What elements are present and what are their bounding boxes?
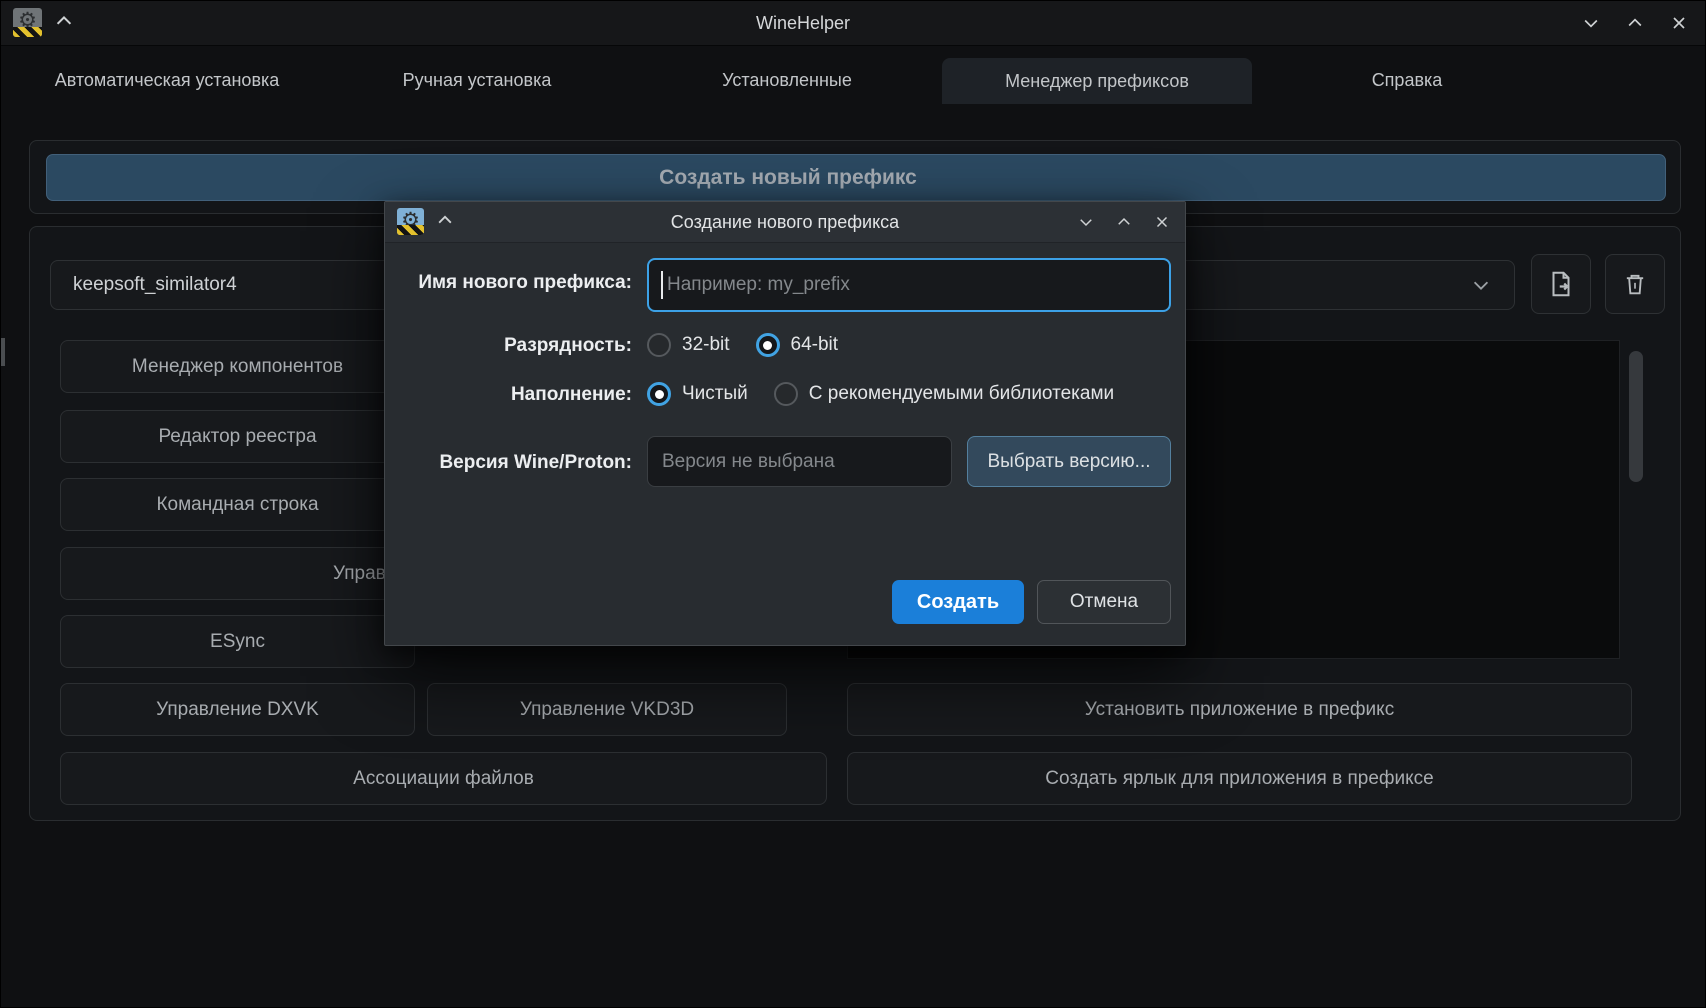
fill-label: Наполнение:: [402, 384, 632, 406]
file-associations-button[interactable]: Ассоциации файлов: [60, 752, 827, 805]
button-label: Редактор реестра: [158, 426, 316, 448]
radio-clean[interactable]: Чистый: [647, 382, 748, 406]
registry-editor-button[interactable]: Редактор реестра: [60, 410, 415, 463]
dialog-titlebar: ⚙ Создание нового префикса: [385, 202, 1185, 243]
command-line-button[interactable]: Командная строка: [60, 478, 415, 531]
radio-circle-selected-icon: [756, 333, 780, 357]
tab-label: Установленные: [722, 70, 852, 91]
minimize-chevron-down-icon[interactable]: [1077, 213, 1095, 231]
radio-label: 32-bit: [682, 334, 730, 356]
button-label: Управление VKD3D: [520, 699, 694, 721]
prefix-name-input[interactable]: Например: my_prefix: [647, 258, 1171, 312]
wine-version-label: Версия Wine/Proton:: [402, 452, 632, 474]
button-label: Менеджер компонентов: [132, 356, 343, 378]
close-icon[interactable]: [1669, 13, 1689, 33]
create-prefix-dialog: ⚙ Создание нового префикса Имя нового пр…: [384, 201, 1186, 646]
button-label: ESync: [210, 631, 265, 653]
winehelper-window: ⚙ WineHelper Автоматическая установка Ру…: [0, 0, 1706, 1008]
button-label: Создать: [917, 591, 999, 614]
radio-circle-selected-icon: [647, 382, 671, 406]
dxvk-management-button[interactable]: Управление DXVK: [60, 683, 415, 736]
tab-bar: Автоматическая установка Ручная установк…: [1, 46, 1705, 104]
tab-label: Ручная установка: [403, 70, 552, 91]
button-label: Отмена: [1070, 591, 1138, 613]
radio-label: 64-bit: [791, 334, 839, 356]
main-titlebar: ⚙ WineHelper: [1, 1, 1705, 46]
tab-manual-install[interactable]: Ручная установка: [322, 57, 632, 104]
tab-auto-install[interactable]: Автоматическая установка: [12, 57, 322, 104]
delete-prefix-button[interactable]: [1605, 254, 1665, 314]
tab-prefix-manager[interactable]: Менеджер префиксов: [942, 58, 1252, 104]
radio-32bit[interactable]: 32-bit: [647, 333, 730, 357]
tab-label: Справка: [1372, 70, 1443, 91]
tab-label: Менеджер префиксов: [1005, 71, 1189, 92]
radio-recommended-libs[interactable]: С рекомендуемыми библиотеками: [774, 382, 1114, 406]
maximize-chevron-up-icon[interactable]: [1115, 213, 1133, 231]
screen-edge-sliver: [1, 338, 5, 366]
radio-label: Чистый: [682, 383, 748, 405]
version-placeholder: Версия не выбрана: [662, 451, 835, 473]
esync-button[interactable]: ESync: [60, 615, 415, 668]
prefix-name-label: Имя нового префикса:: [402, 272, 632, 294]
tab-label: Автоматическая установка: [55, 70, 280, 91]
text-caret: [661, 271, 663, 299]
vkd3d-management-button[interactable]: Управление VKD3D: [427, 683, 787, 736]
choose-version-button[interactable]: Выбрать версию...: [967, 436, 1171, 487]
window-title: WineHelper: [1, 1, 1705, 45]
chevron-down-icon: [1470, 274, 1492, 296]
dialog-window-controls: [1077, 202, 1171, 242]
wine-version-value: Версия не выбрана: [647, 436, 952, 487]
create-new-prefix-button[interactable]: Создать новый префикс: [46, 154, 1666, 201]
prefix-select-value: keepsoft_similator4: [73, 274, 237, 296]
maximize-chevron-up-icon[interactable]: [1625, 13, 1645, 33]
tab-installed[interactable]: Установленные: [632, 57, 942, 104]
components-manager-button[interactable]: Менеджер компонентов: [60, 340, 415, 393]
create-button[interactable]: Создать: [892, 580, 1024, 624]
radio-64bit[interactable]: 64-bit: [756, 333, 839, 357]
button-label: Создать ярлык для приложения в префиксе: [1045, 768, 1433, 790]
cancel-button[interactable]: Отмена: [1037, 580, 1171, 624]
button-label: Управление DXVK: [156, 699, 319, 721]
radio-circle-icon: [774, 382, 798, 406]
minimize-chevron-down-icon[interactable]: [1581, 13, 1601, 33]
fill-radio-group: Чистый С рекомендуемыми библиотеками: [647, 382, 1114, 406]
radio-label: С рекомендуемыми библиотеками: [809, 383, 1114, 405]
trash-icon: [1621, 270, 1649, 298]
dialog-title: Создание нового префикса: [385, 202, 1185, 242]
new-prefix-file-button[interactable]: [1531, 254, 1591, 314]
vertical-scrollbar[interactable]: [1629, 351, 1643, 482]
create-shortcut-button[interactable]: Создать ярлык для приложения в префиксе: [847, 752, 1632, 805]
prefix-name-placeholder: Например: my_prefix: [667, 274, 850, 296]
button-label: Ассоциации файлов: [353, 768, 534, 790]
install-app-to-prefix-button[interactable]: Установить приложение в префикс: [847, 683, 1632, 736]
file-arrow-icon: [1546, 269, 1576, 299]
button-label: Выбрать версию...: [987, 451, 1150, 473]
button-label: Командная строка: [156, 494, 318, 516]
arch-radio-group: 32-bit 64-bit: [647, 333, 838, 357]
window-controls: [1581, 1, 1689, 45]
button-label: Установить приложение в префикс: [1085, 699, 1394, 721]
tab-help[interactable]: Справка: [1252, 57, 1562, 104]
close-icon[interactable]: [1153, 213, 1171, 231]
arch-label: Разрядность:: [402, 335, 632, 357]
radio-circle-icon: [647, 333, 671, 357]
